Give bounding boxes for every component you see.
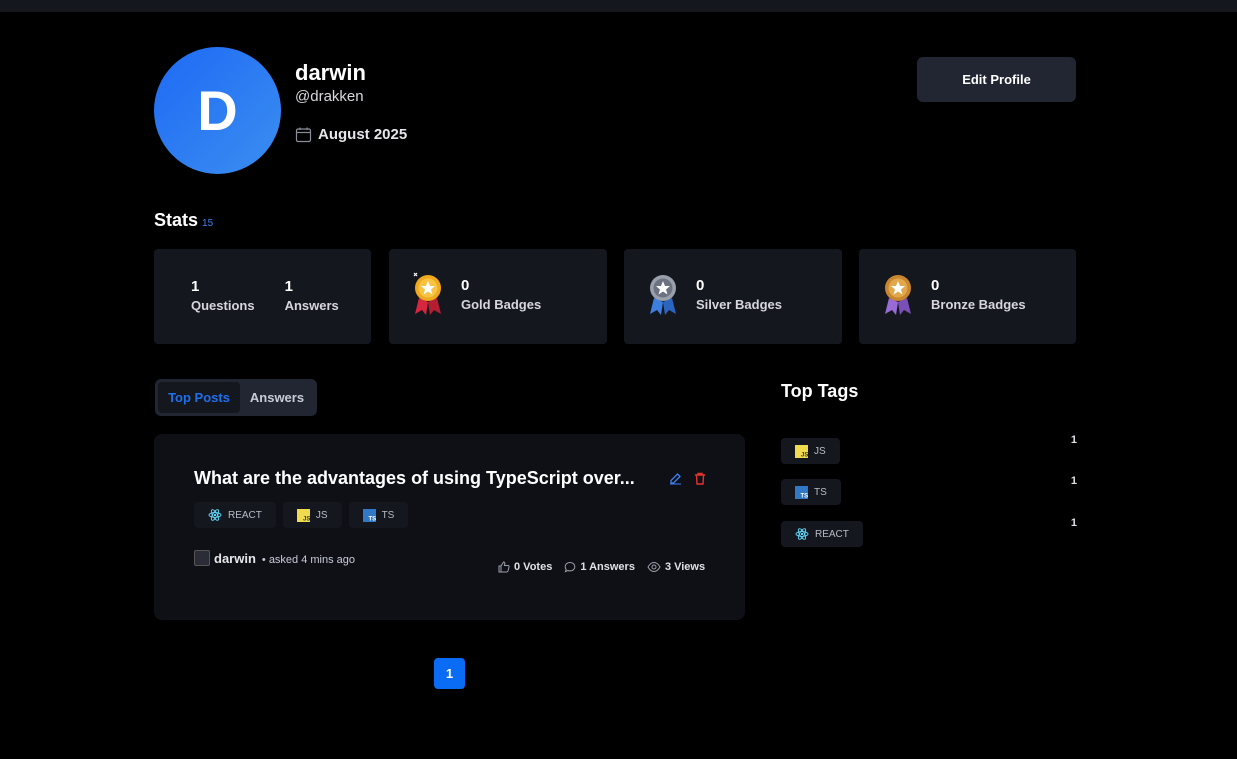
reputation-count: 15 — [202, 218, 214, 229]
answers-stat: 1 Answers — [285, 278, 339, 313]
svg-text:TS: TS — [368, 516, 376, 522]
bronze-badge-card: 0 Bronze Badges — [859, 249, 1076, 344]
top-tag-label: REACT — [815, 528, 849, 540]
profile-handle: @drakken — [295, 88, 364, 105]
thumbs-up-icon — [498, 561, 510, 573]
delete-icon[interactable] — [694, 472, 706, 485]
profile-tabs: Top Posts Answers — [155, 379, 317, 416]
qa-stats-card: 1 Questions 1 Answers — [154, 249, 371, 344]
questions-label: Questions — [191, 298, 255, 313]
top-tag-count: 1 — [1070, 475, 1077, 487]
tab-top-posts[interactable]: Top Posts — [158, 382, 240, 413]
bronze-badge-count: 0 — [931, 276, 940, 294]
typescript-icon: TS — [795, 485, 809, 499]
answers-count: 1 — [284, 278, 293, 295]
views-metric: 3 Views — [647, 561, 705, 573]
votes-metric: 0 Votes — [498, 561, 552, 573]
views-label: 3 Views — [664, 561, 706, 573]
post-metrics: 0 Votes 1 Answers 3 Views — [498, 561, 705, 573]
tag-ts[interactable]: TS TS — [348, 502, 409, 528]
typescript-icon: TS — [362, 508, 376, 522]
javascript-icon: JS — [296, 508, 310, 522]
profile-name: darwin — [295, 60, 366, 85]
react-icon — [795, 528, 809, 540]
top-tag-count: 1 — [1070, 517, 1077, 529]
top-tag-react[interactable]: REACT — [781, 521, 863, 547]
answers-metric-label: 1 Answers — [580, 561, 635, 573]
top-tag-label: TS — [814, 486, 827, 498]
tag-label: REACT — [228, 509, 262, 521]
gold-badge-label: Gold Badges — [461, 296, 542, 312]
top-tag-row: REACT 1 — [781, 517, 1077, 548]
silver-medal-icon — [650, 275, 676, 315]
javascript-icon: JS — [795, 444, 808, 458]
silver-badge-label: Silver Badges — [696, 296, 782, 312]
bronze-medal-icon — [885, 275, 911, 315]
post-actions — [669, 472, 706, 485]
top-tag-row: TS TS 1 — [781, 475, 1077, 506]
top-tag-js[interactable]: JS JS — [781, 438, 840, 464]
top-tag-label: JS — [814, 445, 826, 457]
top-tag-count: 1 — [1070, 434, 1077, 446]
questions-count: 1 — [191, 278, 200, 295]
top-bar — [0, 0, 1237, 12]
top-tag-ts[interactable]: TS TS — [781, 479, 841, 505]
tag-label: TS — [381, 509, 395, 521]
questions-stat: 1 Questions — [191, 278, 255, 313]
post-tags: REACT JS JS TS TS — [194, 502, 409, 528]
tag-js[interactable]: JS JS — [282, 502, 342, 528]
stats-title: Stats — [154, 210, 199, 230]
eye-icon — [647, 561, 661, 573]
edit-icon[interactable] — [669, 472, 682, 485]
answers-label: Answers — [284, 298, 339, 313]
tag-label: JS — [315, 509, 328, 521]
tab-answers[interactable]: Answers — [240, 382, 314, 413]
joined-date: August 2025 — [295, 126, 407, 143]
calendar-icon — [295, 127, 312, 143]
gold-badge-card: 0 Gold Badges — [389, 249, 607, 344]
silver-badge-card: 0 Silver Badges — [624, 249, 842, 344]
tag-react[interactable]: REACT — [194, 502, 276, 528]
avatar: D — [154, 47, 281, 174]
message-icon — [564, 561, 576, 573]
question-title[interactable]: What are the advantages of using TypeScr… — [194, 468, 635, 489]
stats-heading: Stats 15 — [154, 210, 213, 231]
avatar-letter: D — [197, 79, 238, 142]
answers-metric: 1 Answers — [564, 561, 635, 573]
top-tags-heading: Top Tags — [781, 381, 859, 401]
author-avatar — [194, 550, 210, 566]
post-author: darwin • asked 4 mins ago — [194, 550, 355, 566]
gold-badge-count: 0 — [461, 276, 470, 294]
top-tag-row: JS JS 1 — [781, 434, 1077, 465]
votes-label: 0 Votes — [514, 561, 553, 573]
author-name[interactable]: darwin — [214, 551, 256, 566]
joined-label: August 2025 — [318, 126, 408, 143]
react-icon — [208, 509, 222, 521]
asked-time: • asked 4 mins ago — [261, 554, 356, 566]
svg-text:JS: JS — [303, 516, 310, 522]
edit-profile-button[interactable]: Edit Profile — [917, 57, 1076, 102]
silver-badge-count: 0 — [696, 276, 705, 294]
pagination-page-1[interactable]: 1 — [434, 658, 465, 689]
question-card[interactable]: What are the advantages of using TypeScr… — [154, 434, 745, 620]
gold-medal-icon — [413, 272, 441, 315]
svg-text:TS: TS — [801, 493, 809, 499]
svg-text:JS: JS — [801, 452, 808, 458]
bronze-badge-label: Bronze Badges — [931, 296, 1026, 312]
